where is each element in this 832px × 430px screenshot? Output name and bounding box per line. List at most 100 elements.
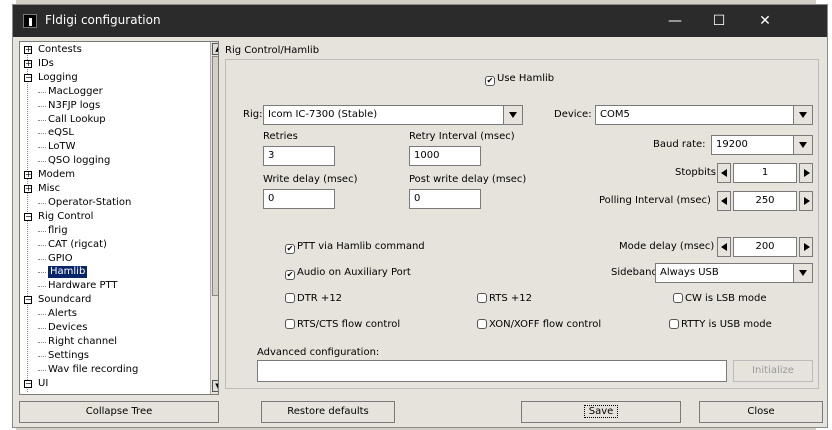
device-select-value: COM5 xyxy=(600,109,630,120)
retry-interval-input[interactable]: 1000 xyxy=(409,146,481,166)
tree-item-settings[interactable]: Settings xyxy=(48,350,89,362)
collapse-icon[interactable]: − xyxy=(24,296,32,305)
rtscts-check-box xyxy=(285,319,295,329)
baud-rate-select[interactable]: 19200 xyxy=(711,135,813,155)
rig-select-value: Icom IC-7300 (Stable) xyxy=(268,109,378,120)
mode-delay-value[interactable]: 200 xyxy=(733,237,797,257)
stopbits-value[interactable]: 1 xyxy=(733,163,797,183)
expand-icon[interactable]: + xyxy=(24,171,32,180)
decrement-icon[interactable] xyxy=(717,163,731,183)
rig-label: Rig: xyxy=(243,109,263,120)
rts-checkbox[interactable]: RTS +12 xyxy=(477,293,532,304)
tree-item-hamlib[interactable]: Hamlib xyxy=(48,266,88,279)
tree-item-n3fjp-logs[interactable]: N3FJP logs xyxy=(48,100,100,112)
tree-item-soundcard[interactable]: Soundcard xyxy=(38,294,91,306)
tree-item-lotw[interactable]: LoTW xyxy=(48,141,76,153)
minimize-button[interactable]: — xyxy=(653,5,697,37)
tree-connector-line xyxy=(38,328,46,329)
rig-select[interactable]: Icom IC-7300 (Stable) xyxy=(263,105,523,125)
polling-interval-label: Polling Interval (msec) xyxy=(599,195,711,206)
expand-icon[interactable]: + xyxy=(24,46,32,54)
retries-input[interactable]: 3 xyxy=(263,146,335,166)
close-button[interactable]: Close xyxy=(699,401,823,423)
tree-item-eqsl[interactable]: eQSL xyxy=(48,127,74,139)
rtscts-checkbox[interactable]: RTS/CTS flow control xyxy=(285,319,400,330)
chevron-down-icon xyxy=(793,106,812,124)
tree-item-rig-control[interactable]: Rig Control xyxy=(38,211,93,223)
tree-item-contests[interactable]: Contests xyxy=(38,44,82,56)
device-select[interactable]: COM5 xyxy=(595,105,813,125)
use-hamlib-check-icon: ✔ xyxy=(485,76,495,86)
stopbits-spinner[interactable]: 1 xyxy=(717,163,813,183)
tree-item-ui[interactable]: UI xyxy=(38,378,48,390)
tree-item-cat-rigcat[interactable]: CAT (rigcat) xyxy=(48,239,107,251)
initialize-button[interactable]: Initialize xyxy=(733,360,813,382)
polling-interval-spinner[interactable]: 250 xyxy=(717,191,813,211)
scroll-down-button[interactable]: ▼ xyxy=(212,380,218,392)
tree-item-logging[interactable]: Logging xyxy=(38,72,78,84)
device-label: Device: xyxy=(554,109,592,120)
tree-item-misc[interactable]: Misc xyxy=(38,183,60,195)
write-delay-input[interactable]: 0 xyxy=(263,189,335,209)
restore-defaults-button[interactable]: Restore defaults xyxy=(261,401,395,423)
rtty-usb-checkbox[interactable]: RTTY is USB mode xyxy=(669,319,772,330)
audio-aux-checkbox[interactable]: ✔ Audio on Auxiliary Port xyxy=(285,267,411,280)
window-title: Fldigi configuration xyxy=(45,13,161,27)
collapse-icon[interactable]: − xyxy=(24,73,32,82)
save-button-label: Save xyxy=(583,405,619,418)
tree-item-call-lookup[interactable]: Call Lookup xyxy=(48,114,106,126)
category-tree[interactable]: Contests + IDs + Logging − MacLogger N3FJP logs… xyxy=(19,41,219,395)
advanced-config-input[interactable] xyxy=(257,360,727,382)
rtty-usb-check-box xyxy=(669,319,679,329)
title-bar[interactable]: Fldigi configuration — ☐ ✕ xyxy=(13,5,827,37)
tree-item-alerts[interactable]: Alerts xyxy=(48,308,77,320)
increment-icon[interactable] xyxy=(799,191,813,211)
collapse-icon[interactable]: − xyxy=(24,379,32,388)
tree-item-wav-file-recording[interactable]: Wav file recording xyxy=(48,364,138,376)
tree-item-maclogger[interactable]: MacLogger xyxy=(48,86,103,98)
scroll-up-button[interactable]: ▲ xyxy=(212,43,218,55)
collapse-icon[interactable]: − xyxy=(24,212,32,221)
tree-connector-line xyxy=(38,272,46,274)
rtty-usb-label: RTTY is USB mode xyxy=(681,319,772,330)
tree-item-operator-station[interactable]: Operator-Station xyxy=(48,197,131,209)
mode-delay-spinner[interactable]: 200 xyxy=(717,237,813,257)
tree-connector-line xyxy=(38,355,46,357)
sideband-label: Sideband: xyxy=(611,267,662,278)
tree-connector-line xyxy=(38,105,46,107)
tree-item-hardware-ptt[interactable]: Hardware PTT xyxy=(48,280,118,292)
ptt-hamlib-check-icon: ✔ xyxy=(285,244,295,254)
post-write-delay-input[interactable]: 0 xyxy=(409,189,481,209)
collapse-tree-button[interactable]: Collapse Tree xyxy=(19,401,219,423)
tree-item-flrig[interactable]: flrig xyxy=(48,225,68,237)
xonxoff-checkbox[interactable]: XON/XOFF flow control xyxy=(477,319,601,330)
decrement-icon[interactable] xyxy=(717,237,731,257)
tree-item-ids[interactable]: IDs xyxy=(38,58,54,70)
stopbits-label: Stopbits xyxy=(675,167,716,178)
increment-icon[interactable] xyxy=(799,163,813,183)
scroll-thumb[interactable] xyxy=(212,56,218,296)
tree-scrollbar[interactable]: ▲ ▼ xyxy=(210,42,218,394)
tree-item-modem[interactable]: Modem xyxy=(38,169,75,181)
audio-aux-check-icon: ✔ xyxy=(285,270,295,280)
tree-connector-line xyxy=(38,244,46,246)
cw-lsb-checkbox[interactable]: CW is LSB mode xyxy=(673,293,767,304)
tree-item-gpio[interactable]: GPIO xyxy=(48,253,73,265)
ptt-hamlib-checkbox[interactable]: ✔ PTT via Hamlib command xyxy=(285,241,425,254)
chevron-down-icon xyxy=(793,264,812,282)
use-hamlib-checkbox[interactable]: ✔ Use Hamlib xyxy=(485,73,554,86)
sideband-select[interactable]: Always USB xyxy=(655,263,813,283)
dtr-checkbox[interactable]: DTR +12 xyxy=(285,293,342,304)
tree-connector-line xyxy=(38,286,46,288)
close-window-button[interactable]: ✕ xyxy=(743,5,787,37)
increment-icon[interactable] xyxy=(799,237,813,257)
polling-interval-value[interactable]: 250 xyxy=(733,191,797,211)
expand-icon[interactable]: + xyxy=(24,185,32,193)
tree-item-qso-logging[interactable]: QSO logging xyxy=(48,155,110,167)
tree-item-right-channel[interactable]: Right channel xyxy=(48,336,117,348)
expand-icon[interactable]: + xyxy=(24,59,32,68)
tree-item-devices[interactable]: Devices xyxy=(48,322,87,334)
maximize-button[interactable]: ☐ xyxy=(697,5,741,37)
decrement-icon[interactable] xyxy=(717,191,731,211)
save-button[interactable]: Save xyxy=(521,401,681,423)
